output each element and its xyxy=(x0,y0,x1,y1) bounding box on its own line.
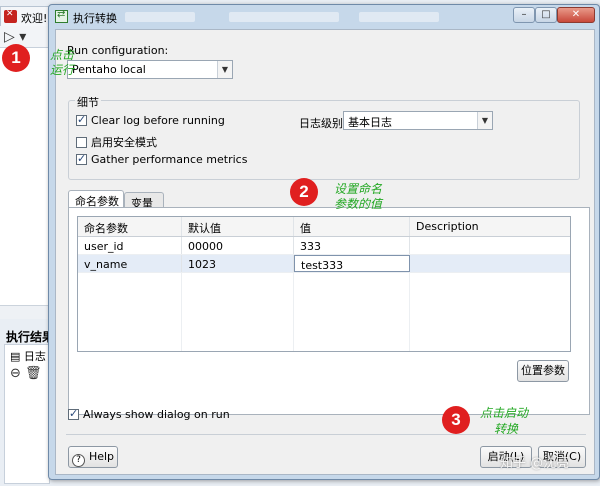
table-row[interactable]: user_id 00000 333 xyxy=(78,237,570,255)
parameters-table[interactable]: 命名参数 默认值 值 Description user_id 00000 333… xyxy=(77,216,571,352)
result-toolbar-icons[interactable]: ⊖ 🗑 xyxy=(10,366,42,381)
cell-default-value[interactable]: 1023 xyxy=(182,255,294,272)
background-scrollbar[interactable] xyxy=(0,305,50,319)
blurred-tab xyxy=(125,12,195,22)
gather-metrics-label: Gather performance metrics xyxy=(91,153,248,166)
chevron-down-icon: ▼ xyxy=(477,112,492,129)
details-group-title: 细节 xyxy=(75,94,101,110)
step-1-annotation: 点击运行 xyxy=(50,48,75,77)
help-button-label: Help xyxy=(88,450,115,463)
log-level-value: 基本日志 xyxy=(348,116,392,129)
checkbox-checked-icon xyxy=(76,113,87,126)
app-logo-icon xyxy=(4,9,17,23)
step-3-badge: 3 xyxy=(442,406,470,434)
close-button[interactable]: ✕ xyxy=(557,7,595,23)
step-2-annotation-line2: 参数的值 xyxy=(334,197,383,211)
log-tab[interactable]: ▤ 日志 xyxy=(10,348,46,364)
execution-results-panel xyxy=(4,344,50,484)
blurred-tab xyxy=(229,12,339,22)
cell-param-name[interactable]: v_name xyxy=(78,255,182,272)
cell-description[interactable] xyxy=(410,237,570,254)
dialog-titlebar: 执行转换 – □ ✕ xyxy=(49,5,599,29)
always-show-label: Always show dialog on run xyxy=(83,408,230,421)
checkbox-checked-icon xyxy=(68,407,79,420)
column-header-description[interactable]: Description xyxy=(410,217,570,236)
named-parameters-panel: 命名参数 默认值 值 Description user_id 00000 333… xyxy=(68,207,590,415)
welcome-tab-label: 欢迎! xyxy=(21,12,48,25)
checkbox-checked-icon xyxy=(76,152,87,165)
run-icon[interactable]: ▷ ▾ xyxy=(4,29,26,45)
run-configuration-label: Run configuration: xyxy=(67,44,169,57)
dialog-title: 执行转换 xyxy=(73,12,117,25)
column-header-default[interactable]: 默认值 xyxy=(182,217,294,236)
step-2-annotation-line1: 设置命名 xyxy=(334,182,383,196)
column-header-name[interactable]: 命名参数 xyxy=(78,217,182,236)
help-icon: ? xyxy=(71,454,85,467)
help-button[interactable]: ? Help xyxy=(68,446,118,468)
execution-results-title: 执行结果 xyxy=(6,330,55,344)
clear-log-label: Clear log before running xyxy=(91,114,225,127)
blurred-tab xyxy=(359,12,439,22)
checkbox-unchecked-icon xyxy=(76,136,87,148)
step-3-annotation-line1: 点击启动 xyxy=(480,406,529,420)
cell-default-value[interactable]: 00000 xyxy=(182,237,294,254)
cell-param-name[interactable]: user_id xyxy=(78,237,182,254)
transformation-icon xyxy=(55,9,68,23)
chevron-down-icon: ▼ xyxy=(217,61,232,78)
log-tab-label: 日志 xyxy=(23,350,46,363)
log-level-label: 日志级别 xyxy=(299,117,343,130)
table-header: 命名参数 默认值 值 Description xyxy=(78,217,570,237)
safe-mode-label: 启用安全模式 xyxy=(91,136,157,149)
minimize-button[interactable]: – xyxy=(513,7,535,23)
column-header-value[interactable]: 值 xyxy=(294,217,410,236)
cell-description[interactable] xyxy=(410,255,570,272)
position-params-button[interactable]: 位置参数 xyxy=(517,360,569,382)
run-configuration-select[interactable]: Pentaho local ▼ xyxy=(67,60,233,79)
watermark: 知乎 @沈亮 xyxy=(500,456,570,471)
table-row[interactable]: v_name 1023 test333 xyxy=(78,255,570,273)
always-show-checkbox[interactable]: Always show dialog on run xyxy=(68,407,230,421)
run-configuration-value: Pentaho local xyxy=(72,63,146,76)
maximize-button[interactable]: □ xyxy=(535,7,557,23)
gather-metrics-checkbox[interactable]: Gather performance metrics xyxy=(76,152,248,166)
safe-mode-checkbox[interactable]: 启用安全模式 xyxy=(76,134,157,150)
step-2-badge: 2 xyxy=(290,178,318,206)
cell-value-editing[interactable]: test333 xyxy=(294,255,410,272)
tab-named-parameters[interactable]: 命名参数 xyxy=(68,190,124,208)
cell-value[interactable]: 333 xyxy=(294,237,410,254)
log-level-select[interactable]: 基本日志 ▼ xyxy=(343,111,493,130)
clear-log-checkbox[interactable]: Clear log before running xyxy=(76,113,225,127)
step-3-annotation-line2: 转换 xyxy=(494,422,519,436)
background-panel xyxy=(0,48,50,318)
tab-variables[interactable]: 变量 xyxy=(124,192,164,210)
step-1-badge: 1 xyxy=(2,44,30,72)
